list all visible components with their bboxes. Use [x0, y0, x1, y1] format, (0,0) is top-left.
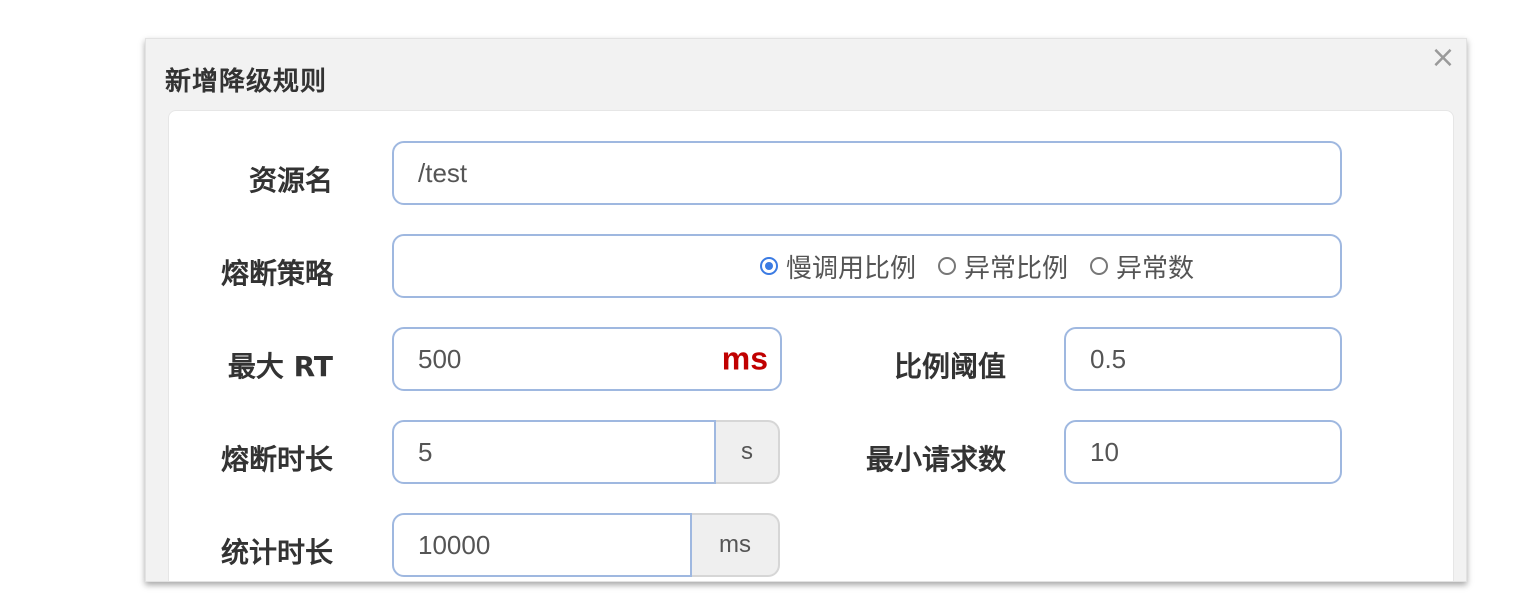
form-panel: 资源名 /test 熔断策略 慢调用比例 异常比例 异常数 最大 RT 500 … — [168, 110, 1454, 581]
max-rt-value: 500 — [418, 343, 462, 374]
stat-duration-value: 10000 — [418, 529, 491, 560]
radio-icon — [1090, 257, 1108, 275]
stat-duration-label: 统计时长 — [220, 536, 333, 569]
min-requests-label: 最小请求数 — [865, 443, 1006, 476]
strategy-radio-group: 慢调用比例 异常比例 异常数 — [392, 234, 1342, 298]
ratio-threshold-label: 比例阈值 — [893, 350, 1006, 383]
max-rt-input[interactable]: 500 ms — [392, 327, 782, 391]
radio-icon — [937, 257, 956, 275]
ratio-threshold-input[interactable]: 0.5 — [1064, 327, 1342, 391]
strategy-option-slow-ratio[interactable]: 慢调用比例 — [759, 248, 916, 285]
strategy-label: 熔断策略 — [220, 257, 333, 290]
radio-checked-icon — [759, 257, 778, 275]
resource-value: /test — [418, 157, 468, 188]
strategy-option-error-count[interactable]: 异常数 — [1090, 248, 1194, 285]
min-requests-input[interactable]: 10 — [1064, 420, 1342, 484]
strategy-option-label: 异常比例 — [963, 253, 1068, 284]
strategy-option-label: 慢调用比例 — [785, 253, 916, 284]
stat-duration-unit: ms — [692, 513, 780, 577]
max-rt-label: 最大 RT — [227, 350, 333, 383]
max-rt-unit: ms — [721, 340, 768, 377]
strategy-option-error-ratio[interactable]: 异常比例 — [937, 248, 1068, 285]
break-duration-value: 5 — [418, 436, 433, 467]
add-degrade-rule-dialog: 新增降级规则 × 资源名 /test 熔断策略 慢调用比例 异常比例 异常数 最… — [145, 38, 1467, 582]
resource-label: 资源名 — [248, 164, 333, 197]
break-duration-unit: s — [716, 420, 780, 484]
break-duration-label: 熔断时长 — [220, 443, 333, 476]
stat-duration-input[interactable]: 10000 — [392, 513, 692, 577]
close-icon[interactable]: × — [1426, 41, 1460, 75]
strategy-option-label: 异常数 — [1116, 253, 1195, 284]
min-requests-value: 10 — [1090, 436, 1119, 467]
resource-input[interactable]: /test — [392, 141, 1342, 205]
dialog-title: 新增降级规则 — [165, 67, 328, 97]
break-duration-input[interactable]: 5 — [392, 420, 716, 484]
ratio-threshold-value: 0.5 — [1090, 343, 1127, 374]
